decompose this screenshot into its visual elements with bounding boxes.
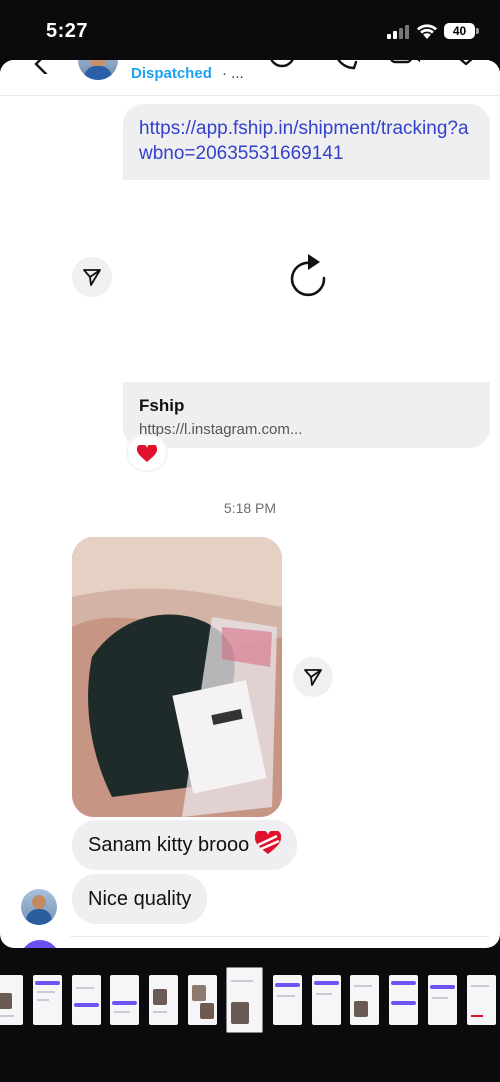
thumbnail[interactable]	[33, 975, 62, 1025]
heart-icon[interactable]	[450, 60, 482, 78]
avatar[interactable]	[78, 60, 118, 80]
camera-button[interactable]	[20, 940, 60, 948]
package-photo	[72, 537, 282, 817]
heart-reaction-icon	[136, 443, 158, 462]
status-time: 5:27	[46, 20, 89, 42]
thumbnail[interactable]	[72, 975, 101, 1025]
chat-header: Dispatched · ...	[0, 60, 500, 96]
status-bar: 5:27 40	[0, 0, 500, 60]
battery-indicator: 40	[444, 23, 475, 39]
share-button[interactable]	[293, 657, 333, 697]
photo-message[interactable]	[72, 537, 282, 817]
heart-with-ribbon-icon	[254, 829, 281, 854]
thumbnail[interactable]	[188, 975, 217, 1025]
message-text: Nice quality	[88, 888, 192, 910]
message-bubble[interactable]: Sanam kitty brooo	[72, 820, 297, 870]
thumbnail[interactable]	[428, 975, 457, 1025]
chat-sheet: Dispatched · ... https://app.fship.in/sh…	[0, 60, 500, 948]
battery-tip	[476, 28, 479, 34]
thumbnail-selected[interactable]	[226, 967, 263, 1033]
link-card[interactable]: Fship https://l.instagram.com...	[123, 382, 490, 448]
link-card-title: Fship	[139, 396, 185, 415]
signal-icon	[387, 25, 411, 39]
reload-icon[interactable]	[286, 254, 330, 302]
wifi-icon	[417, 24, 437, 39]
avatar[interactable]	[21, 889, 57, 925]
link-card-domain: https://l.instagram.com...	[139, 421, 303, 438]
share-icon	[83, 269, 101, 286]
thumbnail[interactable]	[312, 975, 341, 1025]
reaction-badge[interactable]	[128, 436, 166, 470]
thumbnail[interactable]	[350, 975, 379, 1025]
thumbnail[interactable]	[149, 975, 178, 1025]
screenshot-filmstrip	[0, 962, 500, 1034]
link-url[interactable]: https://app.fship.in/shipment/tracking?a…	[139, 116, 474, 166]
phone-icon[interactable]	[330, 60, 362, 78]
message-composer[interactable]	[70, 936, 490, 948]
thumbnail[interactable]	[389, 975, 418, 1025]
chat-status[interactable]: Dispatched	[131, 65, 212, 82]
link-message-bubble[interactable]: https://app.fship.in/shipment/tracking?a…	[123, 104, 490, 180]
share-button[interactable]	[72, 257, 112, 297]
message-bubble[interactable]: Nice quality	[72, 874, 208, 924]
sticker-icon[interactable]	[266, 60, 298, 78]
timestamp: 5:18 PM	[223, 500, 277, 516]
thumbnail[interactable]	[273, 975, 302, 1025]
status-separator: · ...	[222, 65, 244, 82]
back-icon[interactable]	[30, 60, 52, 74]
thumbnail[interactable]	[0, 975, 23, 1025]
share-icon	[304, 669, 322, 686]
thumbnail[interactable]	[467, 975, 496, 1025]
message-text: Sanam kitty brooo	[88, 834, 250, 856]
thumbnail[interactable]	[110, 975, 139, 1025]
video-icon[interactable]	[389, 60, 421, 78]
